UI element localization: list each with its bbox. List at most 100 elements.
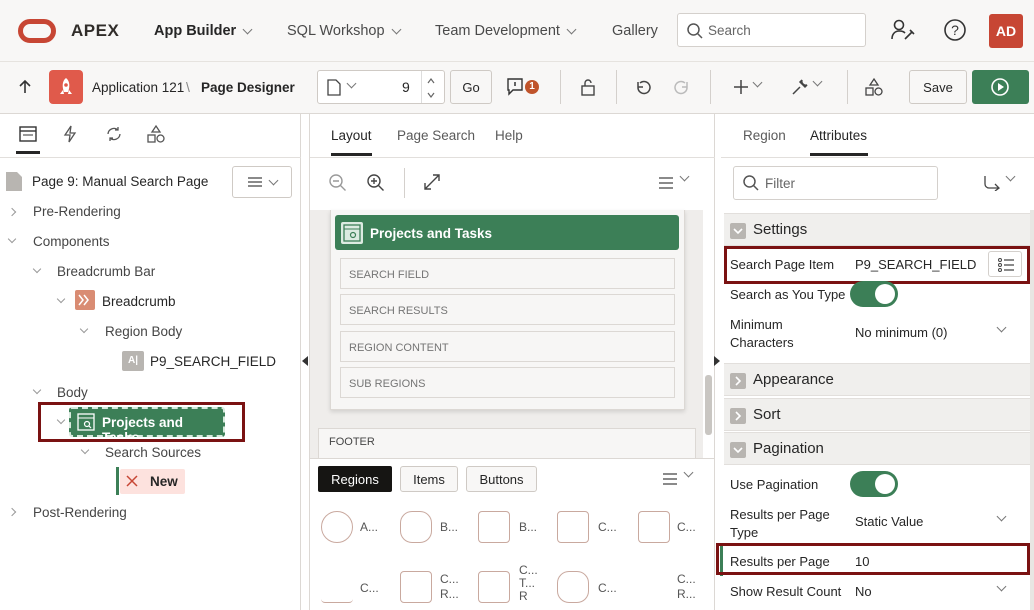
gallery-list-icon[interactable] bbox=[638, 571, 670, 603]
play-icon bbox=[991, 78, 1009, 96]
breadcrumb-application[interactable]: Application 121 bbox=[92, 80, 184, 95]
application-icon[interactable] bbox=[49, 70, 83, 104]
gallery-region-icon[interactable] bbox=[321, 511, 353, 543]
gallery-chart-icon[interactable] bbox=[321, 571, 353, 603]
nav-gallery[interactable]: Gallery bbox=[612, 23, 658, 39]
save-button[interactable]: Save bbox=[909, 70, 967, 104]
utilities-menu-button[interactable] bbox=[790, 76, 823, 100]
tree-new-search-source[interactable]: New bbox=[120, 469, 185, 494]
gallery-card-icon[interactable] bbox=[638, 511, 670, 543]
property-filter-input[interactable]: Filter bbox=[733, 166, 938, 200]
nav-team-development[interactable]: Team Development bbox=[435, 23, 577, 39]
search-as-you-type-toggle[interactable] bbox=[850, 281, 898, 307]
nav-app-builder[interactable]: App Builder bbox=[154, 23, 253, 39]
page-number-input[interactable]: 9 bbox=[402, 79, 410, 95]
gallery-tree-icon[interactable] bbox=[478, 571, 510, 603]
tree-breadcrumb[interactable]: Breadcrumb bbox=[102, 294, 176, 309]
tab-help[interactable]: Help bbox=[495, 128, 523, 143]
nav-sql-workshop-label: SQL Workshop bbox=[287, 23, 385, 39]
undo-icon[interactable] bbox=[633, 77, 653, 97]
tree-search-sources[interactable]: Search Sources bbox=[105, 445, 201, 460]
tree-breadcrumb-bar[interactable]: Breadcrumb Bar bbox=[57, 264, 155, 279]
gallery-calendar-icon[interactable] bbox=[557, 511, 589, 543]
apex-brand[interactable]: APEX bbox=[71, 21, 119, 41]
gallery-grid-icon[interactable] bbox=[400, 571, 432, 603]
tabs-divider bbox=[310, 157, 715, 158]
section-settings[interactable]: Settings bbox=[724, 213, 1030, 246]
prop-results-per-page-type-select[interactable]: Static Value bbox=[849, 507, 1025, 535]
tree-region-body[interactable]: Region Body bbox=[105, 324, 182, 339]
create-menu-button[interactable] bbox=[732, 77, 763, 99]
administration-icon[interactable] bbox=[890, 17, 916, 43]
prop-show-result-count-select[interactable]: No bbox=[849, 577, 1025, 604]
text-field-item-icon: A| bbox=[122, 351, 144, 371]
arrow-up-icon[interactable] bbox=[17, 79, 33, 95]
shared-components-icon[interactable] bbox=[864, 77, 884, 97]
footer-slot[interactable]: FOOTER bbox=[318, 428, 696, 458]
redo-icon[interactable] bbox=[672, 77, 692, 97]
gallery-breadcrumb-icon[interactable] bbox=[478, 511, 510, 543]
prop-minimum-characters-select[interactable]: No minimum (0) bbox=[849, 318, 1025, 346]
collapse-right-icon[interactable] bbox=[714, 356, 720, 366]
section-pagination[interactable]: Pagination bbox=[724, 432, 1030, 465]
gallery-tab-items[interactable]: Items bbox=[400, 466, 458, 492]
breadcrumb-region-icon bbox=[75, 290, 95, 310]
messages-button[interactable]: 1 bbox=[507, 78, 539, 99]
footer-label: FOOTER bbox=[329, 436, 375, 448]
oracle-logo-icon[interactable] bbox=[18, 19, 56, 43]
slot-sub-regions[interactable]: SUB REGIONS bbox=[340, 367, 675, 398]
zoom-out-icon[interactable] bbox=[328, 173, 348, 193]
tab-layout[interactable]: Layout bbox=[331, 128, 372, 143]
property-scrollbar[interactable] bbox=[1030, 210, 1034, 610]
tree-menu-button[interactable] bbox=[232, 166, 292, 198]
tree-page-title[interactable]: Page 9: Manual Search Page bbox=[32, 174, 208, 189]
section-appearance[interactable]: Appearance bbox=[724, 363, 1030, 396]
chevron-down-icon bbox=[996, 511, 1007, 522]
gallery-region-icon[interactable] bbox=[400, 511, 432, 543]
processing-icon[interactable] bbox=[104, 125, 124, 143]
rendering-tab-icon[interactable] bbox=[19, 126, 37, 142]
tree-components[interactable]: Components bbox=[33, 234, 110, 249]
nav-sql-workshop[interactable]: SQL Workshop bbox=[287, 23, 401, 39]
go-button[interactable]: Go bbox=[450, 70, 492, 104]
tree-pre-rendering[interactable]: Pre-Rendering bbox=[33, 204, 121, 219]
lock-icon[interactable] bbox=[578, 77, 598, 97]
global-search-input[interactable]: Search bbox=[677, 13, 866, 47]
highlight-box bbox=[38, 402, 245, 442]
go-to-group-button[interactable] bbox=[983, 171, 1016, 194]
tab-region[interactable]: Region bbox=[743, 128, 786, 143]
slot-search-results[interactable]: SEARCH RESULTS bbox=[340, 294, 675, 325]
save-and-run-button[interactable] bbox=[972, 70, 1029, 104]
nav-app-builder-label: App Builder bbox=[154, 23, 237, 39]
tab-page-search[interactable]: Page Search bbox=[397, 128, 475, 143]
use-pagination-toggle[interactable] bbox=[850, 471, 898, 497]
shared-components-tab-icon[interactable] bbox=[146, 124, 166, 144]
chevron-down-icon bbox=[346, 78, 357, 89]
expand-icon[interactable] bbox=[423, 173, 441, 191]
gallery-tab-buttons[interactable]: Buttons bbox=[466, 466, 537, 492]
zoom-in-icon[interactable] bbox=[366, 173, 386, 193]
page-icon bbox=[6, 172, 22, 191]
gallery-menu-button[interactable] bbox=[663, 467, 694, 488]
page-selector[interactable]: 9 bbox=[317, 70, 445, 104]
user-avatar[interactable]: AD bbox=[989, 14, 1023, 48]
slot-region-content[interactable]: REGION CONTENT bbox=[340, 331, 675, 362]
tree-post-rendering[interactable]: Post-Rendering bbox=[33, 505, 127, 520]
layout-menu-button[interactable] bbox=[659, 171, 690, 192]
help-icon[interactable]: ? bbox=[943, 18, 967, 42]
dynamic-actions-icon[interactable] bbox=[62, 125, 78, 143]
gallery-divider bbox=[310, 458, 715, 459]
prop-results-per-page-type-value: Static Value bbox=[855, 514, 924, 529]
collapse-left-icon[interactable] bbox=[302, 356, 308, 366]
tree-search-field[interactable]: P9_SEARCH_FIELD bbox=[150, 354, 276, 369]
tree-body[interactable]: Body bbox=[57, 385, 88, 400]
page-stepper-icon[interactable] bbox=[426, 75, 436, 101]
canvas-scrollbar[interactable] bbox=[705, 375, 712, 435]
region-header-projects-and-tasks[interactable]: Projects and Tasks bbox=[335, 215, 679, 250]
slot-search-field[interactable]: SEARCH FIELD bbox=[340, 258, 675, 289]
gallery-comments-icon[interactable] bbox=[557, 571, 589, 603]
gallery-tab-regions[interactable]: Regions bbox=[318, 466, 392, 492]
tab-attributes[interactable]: Attributes bbox=[810, 128, 867, 143]
filter-placeholder: Filter bbox=[765, 176, 795, 191]
section-sort[interactable]: Sort bbox=[724, 398, 1030, 431]
